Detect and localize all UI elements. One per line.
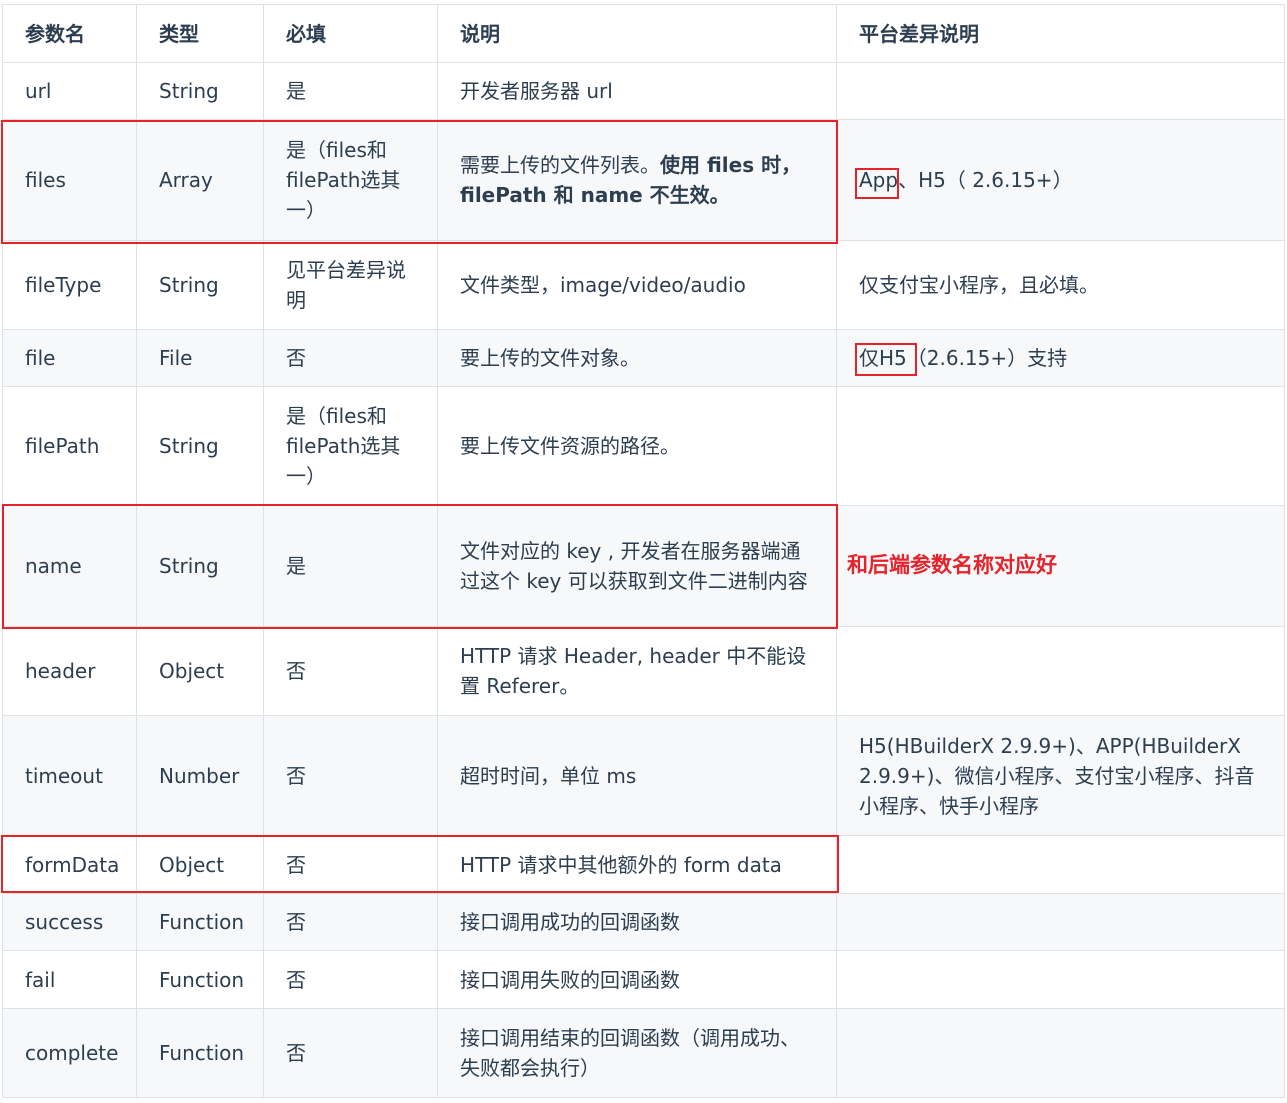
table-row: files Array 是（files和filePath选其一） 需要上传的文件… — [2, 119, 1285, 241]
cell-platform: 仅支付宝小程序，且必填。 — [836, 240, 1285, 330]
table-row: fileType String 见平台差异说明 文件类型，image/video… — [2, 240, 1285, 330]
cell-desc: 接口调用失败的回调函数 — [437, 950, 837, 1009]
cell-platform — [836, 835, 1285, 894]
cell-desc: HTTP 请求 Header, header 中不能设置 Referer。 — [437, 626, 837, 716]
header-description: 说明 — [437, 4, 837, 63]
cell-platform — [836, 62, 1285, 120]
table-row: header Object 否 HTTP 请求 Header, header 中… — [2, 626, 1285, 716]
table-row: name String 是 文件对应的 key , 开发者在服务器端通过这个 k… — [2, 505, 1285, 627]
cell-name: timeout — [2, 715, 137, 836]
params-table: 参数名 类型 必填 说明 平台差异说明 url String 是 开发者服务器 … — [2, 4, 1285, 1098]
cell-name: complete — [2, 1008, 137, 1098]
cell-desc: 需要上传的文件列表。使用 files 时，filePath 和 name 不生效… — [437, 119, 837, 241]
cell-type: Function — [136, 893, 264, 951]
table-row: url String 是 开发者服务器 url — [2, 62, 1285, 120]
cell-required: 否 — [263, 835, 438, 894]
table-header-row: 参数名 类型 必填 说明 平台差异说明 — [2, 4, 1285, 63]
cell-required: 是（files和filePath选其一） — [263, 119, 438, 241]
cell-platform: App、H5（ 2.6.15+） — [836, 119, 1285, 241]
desc-text: 需要上传的文件列表。 — [460, 153, 660, 177]
cell-type: File — [136, 329, 264, 387]
annotation-note: 和后端参数名称对应好 — [847, 553, 1057, 577]
cell-required: 否 — [263, 715, 438, 836]
cell-name: formData — [2, 835, 137, 894]
cell-type: Function — [136, 1008, 264, 1098]
cell-required: 是（files和filePath选其一） — [263, 386, 438, 506]
cell-required: 否 — [263, 626, 438, 716]
table-row: timeout Number 否 超时时间，单位 ms H5(HBuilderX… — [2, 715, 1285, 836]
cell-desc: HTTP 请求中其他额外的 form data — [437, 835, 837, 894]
cell-type: Function — [136, 950, 264, 1009]
header-platform-diff: 平台差异说明 — [836, 4, 1285, 63]
cell-platform: H5(HBuilderX 2.9.9+)、APP(HBuilderX 2.9.9… — [836, 715, 1285, 836]
cell-required: 否 — [263, 950, 438, 1009]
cell-desc: 接口调用结束的回调函数（调用成功、失败都会执行） — [437, 1008, 837, 1098]
cell-desc: 要上传的文件对象。 — [437, 329, 837, 387]
cell-platform — [836, 1008, 1285, 1098]
cell-type: Array — [136, 119, 264, 241]
cell-name: fileType — [2, 240, 137, 330]
cell-name: success — [2, 893, 137, 951]
table-row: fail Function 否 接口调用失败的回调函数 — [2, 950, 1285, 1009]
table-row: complete Function 否 接口调用结束的回调函数（调用成功、失败都… — [2, 1008, 1285, 1098]
table-row: file File 否 要上传的文件对象。 仅H5（2.6.15+）支持 — [2, 329, 1285, 387]
header-type: 类型 — [136, 4, 264, 63]
header-param-name: 参数名 — [2, 4, 137, 63]
cell-type: String — [136, 386, 264, 506]
cell-name: files — [2, 119, 137, 241]
cell-desc: 要上传文件资源的路径。 — [437, 386, 837, 506]
cell-desc: 超时时间，单位 ms — [437, 715, 837, 836]
cell-name: name — [2, 505, 137, 627]
cell-platform — [836, 893, 1285, 951]
cell-name: filePath — [2, 386, 137, 506]
cell-desc: 文件对应的 key , 开发者在服务器端通过这个 key 可以获取到文件二进制内… — [437, 505, 837, 627]
cell-name: url — [2, 62, 137, 120]
header-required: 必填 — [263, 4, 438, 63]
cell-name: header — [2, 626, 137, 716]
cell-platform — [836, 950, 1285, 1009]
cell-required: 见平台差异说明 — [263, 240, 438, 330]
cell-type: String — [136, 505, 264, 627]
cell-name: file — [2, 329, 137, 387]
cell-platform — [836, 386, 1285, 506]
table-row: success Function 否 接口调用成功的回调函数 — [2, 893, 1285, 951]
cell-required: 是 — [263, 505, 438, 627]
cell-type: Object — [136, 626, 264, 716]
cell-required: 否 — [263, 329, 438, 387]
cell-required: 是 — [263, 62, 438, 120]
table-row: filePath String 是（files和filePath选其一） 要上传… — [2, 386, 1285, 506]
cell-type: Object — [136, 835, 264, 894]
table-row: formData Object 否 HTTP 请求中其他额外的 form dat… — [2, 835, 1285, 894]
cell-required: 否 — [263, 893, 438, 951]
cell-desc: 接口调用成功的回调函数 — [437, 893, 837, 951]
cell-platform: 仅H5（2.6.15+）支持 — [836, 329, 1285, 387]
cell-required: 否 — [263, 1008, 438, 1098]
cell-type: Number — [136, 715, 264, 836]
cell-platform — [836, 626, 1285, 716]
cell-type: String — [136, 240, 264, 330]
cell-type: String — [136, 62, 264, 120]
cell-name: fail — [2, 950, 137, 1009]
cell-desc: 开发者服务器 url — [437, 62, 837, 120]
cell-desc: 文件类型，image/video/audio — [437, 240, 837, 330]
